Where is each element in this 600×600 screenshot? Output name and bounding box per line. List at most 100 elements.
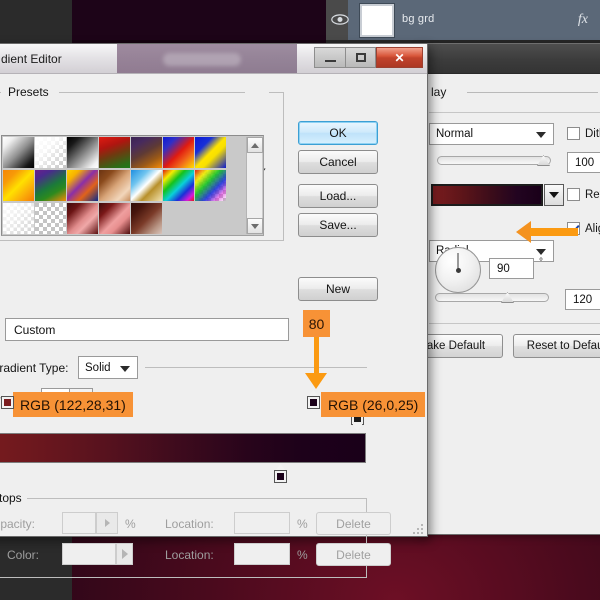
save-label: Save... [319, 218, 356, 232]
opacity-value-field[interactable]: 100 [567, 152, 600, 173]
layer-fx-icon[interactable]: fx [578, 12, 588, 28]
reverse-checkbox-row[interactable]: Rever [567, 188, 600, 201]
scroll-up-icon [251, 143, 259, 148]
opacity-stop-stepper[interactable] [96, 512, 118, 534]
scroll-down-button[interactable] [247, 218, 263, 234]
ok-button[interactable]: OK [298, 121, 378, 145]
chevron-down-icon [536, 132, 546, 138]
blend-mode-select[interactable]: Normal [429, 123, 554, 145]
color-stop-right-marker[interactable] [307, 390, 320, 409]
gradient-picker-button[interactable] [544, 184, 564, 206]
layer-style-dialog: lay Normal Dithe 100 [420, 43, 600, 535]
blend-mode-value: Normal [436, 128, 473, 140]
gradient-type-label: Gradient Type: [0, 361, 69, 375]
preset-swatch[interactable] [131, 137, 163, 169]
presets-rule-left [0, 92, 1, 93]
scale-slider-track[interactable] [435, 293, 549, 302]
layer-style-body: lay Normal Dithe 100 [421, 74, 600, 534]
preset-swatch[interactable] [3, 170, 35, 202]
left-stop-rgb-tag: RGB (122,28,31) [13, 392, 133, 417]
color-stop-label: Color: [7, 548, 39, 562]
opacity-location-unit: % [297, 517, 308, 531]
preset-swatch[interactable] [99, 170, 131, 202]
reverse-label: Rever [585, 189, 600, 201]
opacity-slider-track[interactable] [437, 156, 551, 165]
preset-swatch[interactable] [195, 137, 227, 169]
reset-to-default-button[interactable]: Reset to Default [513, 334, 600, 358]
gradient-preview-swatch[interactable] [431, 184, 543, 206]
color-stop-picker-button[interactable] [116, 543, 133, 565]
presets-scrollbar[interactable] [246, 137, 262, 234]
preset-swatch[interactable] [195, 170, 227, 202]
preset-swatch[interactable] [131, 203, 163, 235]
reverse-checkbox[interactable] [567, 188, 580, 201]
preset-swatch[interactable] [163, 137, 195, 169]
preset-swatch[interactable] [3, 137, 35, 169]
gradient-type-value: Solid [85, 362, 111, 374]
close-button[interactable]: ✕ [376, 47, 423, 68]
opacity-stop-input[interactable] [62, 512, 96, 534]
badge-arrow-stem [314, 337, 319, 375]
layer-name-label[interactable]: bg grd [402, 13, 434, 25]
opacity-location-input[interactable] [234, 512, 290, 534]
layer-style-titlebar[interactable] [421, 44, 600, 74]
stop-chip [4, 399, 11, 406]
color-stop-swatch[interactable] [62, 543, 116, 565]
window-controls: ✕ [314, 47, 423, 68]
color-location-input[interactable] [234, 543, 290, 565]
gradient-type-select[interactable]: Solid [78, 356, 138, 379]
dither-checkbox[interactable] [567, 127, 580, 140]
preset-swatch[interactable] [35, 137, 67, 169]
scale-value: 120 [573, 294, 592, 306]
gradient-name-input[interactable]: Custom [5, 318, 289, 341]
layer-thumbnail[interactable] [360, 4, 394, 37]
preset-swatch[interactable] [67, 170, 99, 202]
preset-swatch[interactable] [99, 137, 131, 169]
cancel-label: Cancel [319, 155, 356, 169]
section-rule [467, 92, 598, 93]
presets-rule-vertical [283, 92, 284, 240]
triangle-right-icon [105, 519, 110, 527]
eye-icon[interactable] [331, 13, 349, 26]
triangle-right-icon [122, 549, 128, 559]
angle-value-field[interactable]: 90 [489, 258, 534, 279]
presets-rule-bottom [0, 240, 284, 241]
preset-swatch[interactable] [35, 203, 67, 235]
scroll-up-button[interactable] [247, 137, 263, 153]
resize-grip[interactable] [412, 522, 424, 534]
preset-swatch[interactable] [67, 137, 99, 169]
maximize-button[interactable] [345, 47, 376, 68]
chevron-down-icon [120, 366, 130, 372]
presets-rule-mid [59, 92, 245, 93]
opacity-stop-label: Opacity: [0, 517, 35, 531]
stop-position-badge: 80 [303, 310, 330, 337]
gradient-preview-strip[interactable] [0, 433, 366, 463]
preset-swatch[interactable] [35, 170, 67, 202]
gradient-name-value: Custom [14, 323, 55, 337]
load-label: Load... [320, 189, 357, 203]
color-delete-button[interactable]: Delete [316, 543, 391, 566]
new-button[interactable]: New [298, 277, 378, 301]
load-button[interactable]: Load... [298, 184, 378, 208]
stop-chip [310, 399, 317, 406]
dither-checkbox-row[interactable]: Dithe [567, 127, 600, 140]
preset-swatch[interactable] [131, 170, 163, 202]
color-stop-right[interactable] [274, 464, 287, 483]
preset-swatch[interactable] [3, 203, 35, 235]
scale-value-field[interactable]: 120 [565, 289, 600, 310]
cancel-button[interactable]: Cancel [298, 150, 378, 174]
ok-label: OK [329, 126, 346, 140]
angle-dial[interactable] [435, 247, 481, 293]
preset-swatch[interactable] [99, 203, 131, 235]
badge-arrow-head [305, 373, 327, 389]
presets-well[interactable] [1, 135, 264, 236]
preset-swatch[interactable] [67, 203, 99, 235]
footer-divider [429, 323, 600, 324]
minimize-button[interactable] [314, 47, 345, 68]
opacity-delete-button[interactable]: Delete [316, 512, 391, 535]
color-stop-left-marker[interactable] [1, 390, 14, 409]
angle-value: 90 [497, 263, 510, 275]
preset-swatch[interactable] [163, 170, 195, 202]
save-button[interactable]: Save... [298, 213, 378, 237]
gradient-editor-titlebar[interactable]: dient Editor ✕ [0, 44, 427, 74]
